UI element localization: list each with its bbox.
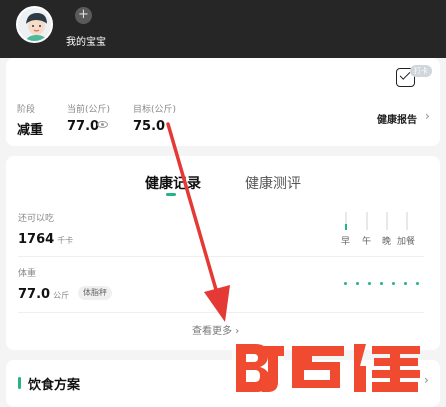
baijia-watermark-logo [232, 342, 420, 392]
